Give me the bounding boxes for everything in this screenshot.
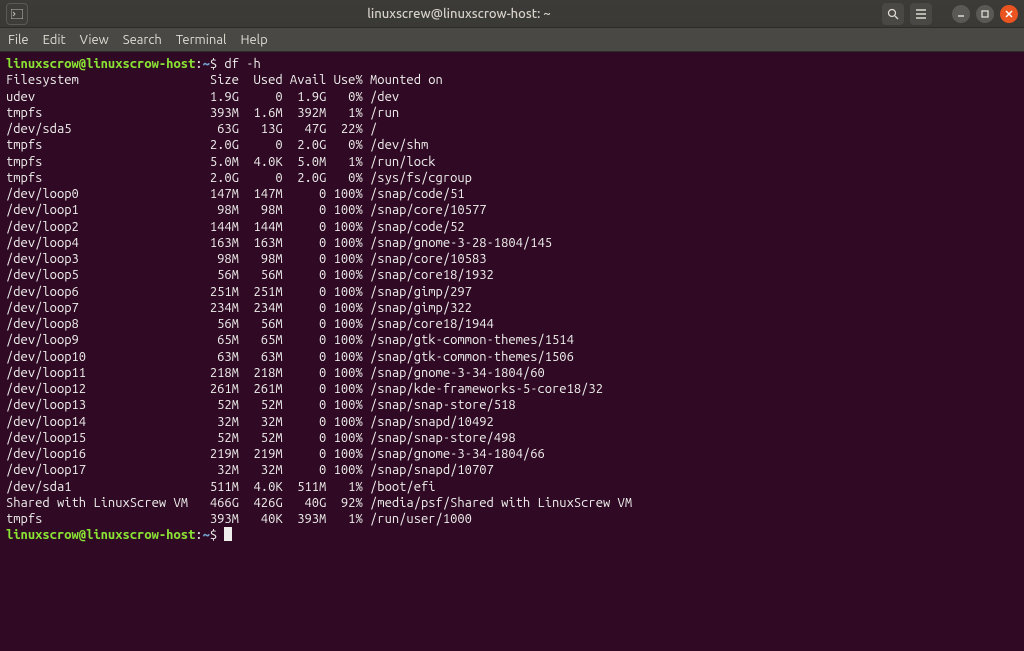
menu-edit[interactable]: Edit xyxy=(43,33,66,47)
df-row: tmpfs 393M 40K 393M 1% /run/user/1000 xyxy=(6,511,1018,527)
df-row: /dev/loop8 56M 56M 0 100% /snap/core18/1… xyxy=(6,316,1018,332)
df-row: /dev/loop0 147M 147M 0 100% /snap/code/5… xyxy=(6,186,1018,202)
df-row: /dev/loop6 251M 251M 0 100% /snap/gimp/2… xyxy=(6,284,1018,300)
window-titlebar: linuxscrew@linuxscrow-host: ~ xyxy=(0,0,1024,28)
df-row: /dev/loop12 261M 261M 0 100% /snap/kde-f… xyxy=(6,381,1018,397)
menu-terminal[interactable]: Terminal xyxy=(176,33,227,47)
prompt-user: linuxscrow@linuxscrow-host xyxy=(6,527,195,543)
df-row: /dev/loop1 98M 98M 0 100% /snap/core/105… xyxy=(6,202,1018,218)
prompt-path: ~ xyxy=(203,56,210,72)
df-row: /dev/loop5 56M 56M 0 100% /snap/core18/1… xyxy=(6,267,1018,283)
prompt-line: linuxscrow@linuxscrow-host:~$ xyxy=(6,527,1018,543)
search-button[interactable] xyxy=(882,3,904,25)
df-row: /dev/loop15 52M 52M 0 100% /snap/snap-st… xyxy=(6,430,1018,446)
typed-command: df -h xyxy=(224,56,260,72)
df-row: tmpfs 2.0G 0 2.0G 0% /dev/shm xyxy=(6,137,1018,153)
df-row: /dev/loop10 63M 63M 0 100% /snap/gtk-com… xyxy=(6,349,1018,365)
df-row: Shared with LinuxScrew VM 466G 426G 40G … xyxy=(6,495,1018,511)
hamburger-menu-button[interactable] xyxy=(910,3,932,25)
menu-search[interactable]: Search xyxy=(123,33,162,47)
cursor-block xyxy=(224,527,232,541)
df-row: /dev/loop9 65M 65M 0 100% /snap/gtk-comm… xyxy=(6,332,1018,348)
window-title: linuxscrew@linuxscrow-host: ~ xyxy=(36,7,882,21)
df-row: /dev/loop14 32M 32M 0 100% /snap/snapd/1… xyxy=(6,414,1018,430)
df-row: /dev/loop11 218M 218M 0 100% /snap/gnome… xyxy=(6,365,1018,381)
df-header: Filesystem Size Used Avail Use% Mounted … xyxy=(6,72,1018,88)
menu-view[interactable]: View xyxy=(80,33,109,47)
df-row: /dev/loop2 144M 144M 0 100% /snap/code/5… xyxy=(6,219,1018,235)
df-row: /dev/loop17 32M 32M 0 100% /snap/snapd/1… xyxy=(6,462,1018,478)
maximize-button[interactable] xyxy=(976,5,994,23)
df-row: /dev/sda5 63G 13G 47G 22% / xyxy=(6,121,1018,137)
close-button[interactable] xyxy=(1000,5,1018,23)
df-row: /dev/loop3 98M 98M 0 100% /snap/core/105… xyxy=(6,251,1018,267)
terminal-app-icon xyxy=(6,3,28,25)
menu-file[interactable]: File xyxy=(8,33,29,47)
menu-help[interactable]: Help xyxy=(240,33,267,47)
df-row: tmpfs 5.0M 4.0K 5.0M 1% /run/lock xyxy=(6,154,1018,170)
df-row: /dev/loop16 219M 219M 0 100% /snap/gnome… xyxy=(6,446,1018,462)
prompt-path: ~ xyxy=(203,527,210,543)
menu-bar: File Edit View Search Terminal Help xyxy=(0,28,1024,52)
minimize-button[interactable] xyxy=(952,5,970,23)
df-row: tmpfs 2.0G 0 2.0G 0% /sys/fs/cgroup xyxy=(6,170,1018,186)
df-row: /dev/loop13 52M 52M 0 100% /snap/snap-st… xyxy=(6,397,1018,413)
df-row: /dev/loop7 234M 234M 0 100% /snap/gimp/3… xyxy=(6,300,1018,316)
terminal-viewport[interactable]: linuxscrow@linuxscrow-host:~$ df -hFiles… xyxy=(0,52,1024,651)
prompt-user: linuxscrow@linuxscrow-host xyxy=(6,56,195,72)
df-row: /dev/loop4 163M 163M 0 100% /snap/gnome-… xyxy=(6,235,1018,251)
df-row: tmpfs 393M 1.6M 392M 1% /run xyxy=(6,105,1018,121)
prompt-line: linuxscrow@linuxscrow-host:~$ df -h xyxy=(6,56,1018,72)
df-row: /dev/sda1 511M 4.0K 511M 1% /boot/efi xyxy=(6,479,1018,495)
df-row: udev 1.9G 0 1.9G 0% /dev xyxy=(6,89,1018,105)
